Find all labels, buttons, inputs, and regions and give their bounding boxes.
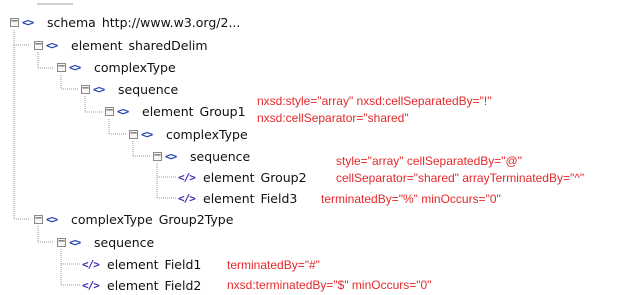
node-keyword: element [71, 37, 123, 53]
tree-node-schema[interactable]: − <> schema http://www.w3.org/2... [10, 12, 240, 32]
node-name: Field3 [260, 190, 298, 206]
node-keyword: sequence [118, 81, 179, 97]
node-name: Group2 [260, 169, 307, 185]
node-name: Group2Type [158, 211, 234, 227]
annotation-field1: terminatedBy="#" [227, 258, 320, 272]
collapse-icon[interactable]: − [105, 106, 114, 116]
xml-node-icon: <> [22, 15, 34, 29]
xml-node-icon: <> [141, 127, 153, 141]
annotation-group2-line1: style="array" cellSeparatedBy="@" [336, 154, 522, 168]
tree-node-element-group1[interactable]: − <> element Group1 [105, 101, 246, 121]
node-name: Field1 [164, 256, 202, 272]
tree-node-element-field3[interactable]: </> element Field3 [178, 188, 297, 208]
xml-leaf-icon: </> [82, 257, 100, 271]
annotation-field2: nxsd:terminatedBy="$" minOccurs="0" [227, 278, 432, 292]
tree-node-complextype-inner[interactable]: − <> complexType [129, 124, 248, 144]
node-keyword: element [203, 169, 255, 185]
collapse-icon[interactable]: − [10, 17, 19, 27]
node-name: http://www.w3.org/2... [101, 14, 241, 30]
collapse-icon[interactable]: − [153, 151, 162, 161]
node-keyword: element [107, 277, 159, 293]
collapse-icon[interactable]: − [34, 214, 43, 224]
tree-node-element-field1[interactable]: </> element Field1 [82, 254, 201, 274]
xml-node-icon: <> [117, 104, 129, 118]
node-keyword: element [142, 103, 194, 119]
tree-node-element-field2[interactable]: </> element Field2 [82, 275, 201, 295]
annotation-group2-line2: cellSeparator="shared" arrayTerminatedBy… [336, 171, 585, 185]
node-name: Field2 [164, 277, 202, 293]
xml-node-icon: <> [93, 82, 105, 96]
node-keyword: complexType [71, 211, 153, 227]
xml-leaf-icon: </> [178, 170, 196, 184]
xml-leaf-icon: </> [178, 191, 196, 205]
tree-node-sequence-inner[interactable]: − <> sequence [153, 146, 250, 166]
collapse-icon[interactable]: − [57, 237, 66, 247]
collapse-icon[interactable]: − [34, 40, 43, 50]
tree-node-complextype[interactable]: − <> complexType [57, 57, 176, 77]
xml-node-icon: <> [165, 149, 177, 163]
collapse-icon[interactable]: − [129, 129, 138, 139]
node-name: Group1 [199, 103, 246, 119]
collapse-icon[interactable]: − [81, 84, 90, 94]
node-keyword: complexType [94, 59, 176, 75]
node-keyword: element [203, 190, 255, 206]
schema-tree: − <> schema http://www.w3.org/2... − <> … [0, 0, 633, 293]
annotation-group1-line2: nxsd:cellSeparator="shared" [257, 111, 409, 125]
node-keyword: sequence [94, 234, 155, 250]
tree-node-sequence-group2type[interactable]: − <> sequence [57, 232, 154, 252]
xml-node-icon: <> [69, 235, 81, 249]
xml-node-icon: <> [46, 38, 58, 52]
node-keyword: sequence [190, 148, 251, 164]
tree-node-complextype-group2type[interactable]: − <> complexType Group2Type [34, 209, 233, 229]
tree-node-element-shareddelim[interactable]: − <> element sharedDelim [34, 35, 208, 55]
node-keyword: element [107, 256, 159, 272]
node-name: sharedDelim [128, 37, 208, 53]
annotation-field3: terminatedBy="%" minOccurs="0" [321, 192, 501, 206]
xml-leaf-icon: </> [82, 278, 100, 292]
tree-node-element-group2[interactable]: </> element Group2 [178, 167, 307, 187]
xml-node-icon: <> [46, 212, 58, 226]
collapse-icon[interactable]: − [57, 62, 66, 72]
node-keyword: schema [47, 14, 96, 30]
annotation-group1-line1: nxsd:style="array" nxsd:cellSeparatedBy=… [257, 94, 492, 108]
tree-node-sequence[interactable]: − <> sequence [81, 79, 178, 99]
xml-node-icon: <> [69, 60, 81, 74]
node-keyword: complexType [166, 126, 248, 142]
